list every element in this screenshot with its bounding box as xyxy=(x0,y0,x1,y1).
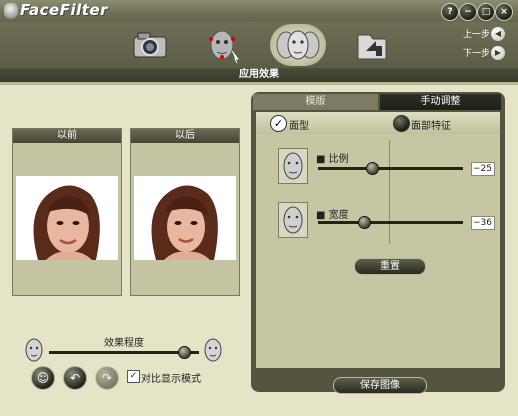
before-panel: 以前 xyxy=(12,128,122,296)
after-photo xyxy=(134,176,236,260)
tab-template[interactable]: 模版 xyxy=(253,94,378,110)
ratio-label: 比例 xyxy=(328,154,349,165)
reset-button[interactable]: 重置 xyxy=(354,258,426,275)
minimize-button[interactable]: − xyxy=(459,3,477,21)
faces-icon[interactable] xyxy=(270,24,326,66)
ratio-label-wrap: ■ 比例 xyxy=(316,154,349,165)
before-photo xyxy=(16,176,118,260)
restore-button[interactable]: □ xyxy=(477,3,495,21)
redo-button[interactable]: ↷ xyxy=(95,366,119,390)
smile-button[interactable]: ☺ xyxy=(31,366,55,390)
facial-features-radio-icon[interactable] xyxy=(393,115,410,132)
after-label: 以后 xyxy=(131,129,239,143)
compare-checkbox[interactable]: ✓ xyxy=(127,370,140,383)
prev-step-label: 上一步 xyxy=(463,30,491,40)
undo-button[interactable]: ↶ xyxy=(63,366,87,390)
save-image-button[interactable]: 保存图像 xyxy=(333,377,427,394)
close-button[interactable]: × xyxy=(495,3,513,21)
effect-slider-knob[interactable] xyxy=(178,346,191,359)
prev-step-button[interactable]: ◀ xyxy=(491,27,505,41)
width-value[interactable]: −36 xyxy=(471,216,495,230)
app-logo-icon xyxy=(4,3,18,19)
toolbar xyxy=(0,22,518,68)
tab-manual-adjust[interactable]: 手动调整 xyxy=(380,94,501,110)
face-shape-check-icon[interactable]: ✓ xyxy=(270,115,287,132)
face-before-icon xyxy=(24,337,44,363)
face-target-icon[interactable] xyxy=(200,24,244,66)
next-step-button[interactable]: ▶ xyxy=(491,46,505,60)
ratio-face-icon xyxy=(278,148,308,184)
effect-level-label: 效果程度 xyxy=(104,338,144,349)
camera-icon[interactable] xyxy=(128,24,172,66)
divider xyxy=(0,82,518,85)
next-step-label: 下一步 xyxy=(463,49,491,59)
before-label: 以前 xyxy=(13,129,121,143)
face-after-icon xyxy=(203,337,223,363)
center-guide-line xyxy=(389,140,390,244)
width-label-wrap: ■ 宽度 xyxy=(316,210,349,221)
width-label: 宽度 xyxy=(328,210,349,221)
help-button[interactable]: ? xyxy=(441,3,459,21)
width-face-icon xyxy=(278,202,308,238)
folder-icon[interactable] xyxy=(350,24,394,66)
width-slider-track[interactable] xyxy=(318,221,463,224)
effect-slider-track[interactable] xyxy=(49,351,199,354)
app-title: FaceFilter xyxy=(20,1,108,19)
ratio-slider-knob[interactable] xyxy=(365,162,379,175)
ratio-value[interactable]: −25 xyxy=(471,162,495,176)
compare-mode-label: 对比显示模式 xyxy=(141,374,201,385)
facial-features-option[interactable]: 面部特征 xyxy=(411,117,451,132)
after-panel: 以后 xyxy=(130,128,240,296)
face-shape-option[interactable]: 面型 xyxy=(289,117,309,132)
ratio-slider-track[interactable] xyxy=(318,167,463,170)
section-title: 应用效果 xyxy=(239,69,279,80)
